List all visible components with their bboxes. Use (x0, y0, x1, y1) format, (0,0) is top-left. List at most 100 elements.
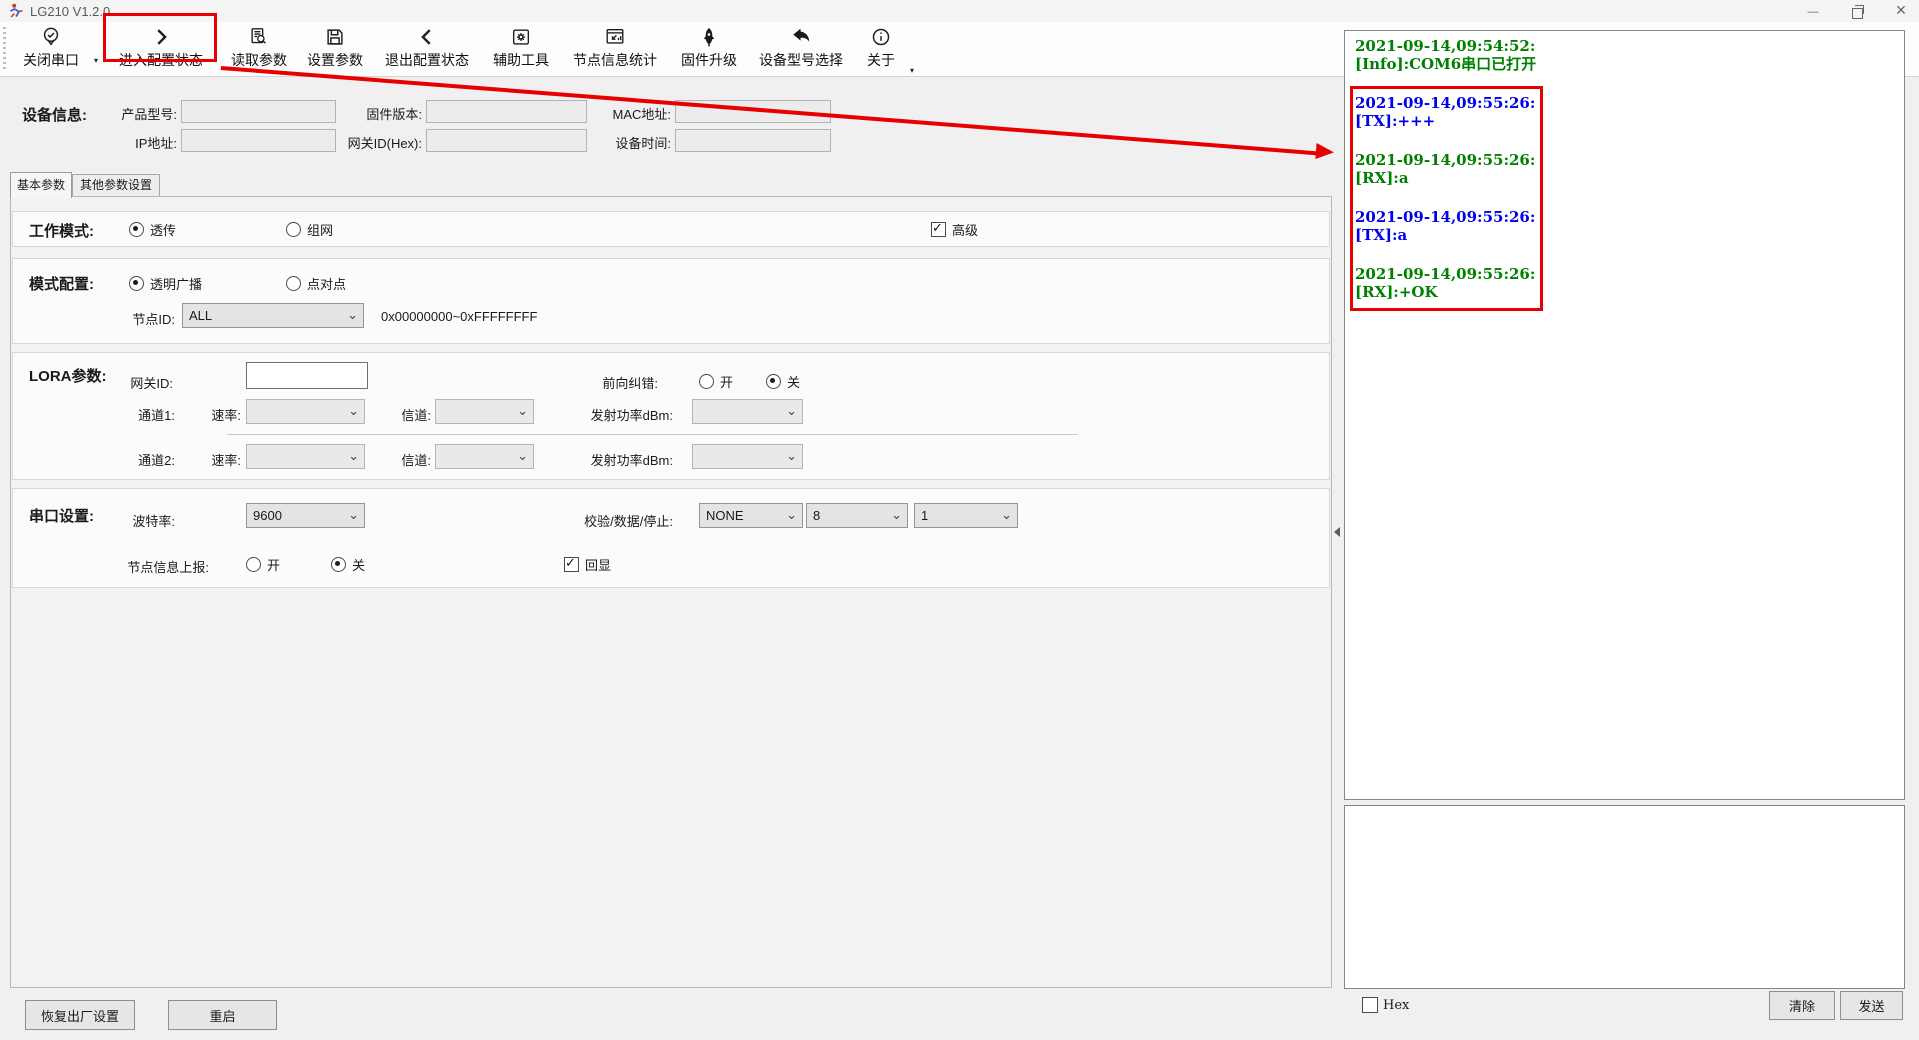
mac-address-field[interactable] (675, 100, 831, 123)
toolbar-button-label: 设备型号选择 (759, 50, 843, 70)
channel1-chan-select[interactable] (435, 399, 534, 424)
radio-label: 关 (787, 372, 800, 391)
restore-button[interactable] (1836, 0, 1878, 22)
toolbar-button-about[interactable]: 关于 (856, 22, 906, 76)
channel2-chan-select[interactable] (435, 444, 534, 469)
toolbar-button-label: 辅助工具 (493, 50, 549, 70)
tab-basic-params[interactable]: 基本参数 (10, 172, 72, 198)
toolbar-button-node-stats[interactable]: 节点信息统计 (560, 22, 670, 76)
radio-point-to-point[interactable]: 点对点 (286, 274, 346, 293)
log-time: 2021-09-14,09:54:52: (1355, 37, 1904, 55)
factory-reset-button[interactable]: 恢复出厂设置 (25, 1000, 135, 1030)
tab-other-params[interactable]: 其他参数设置 (72, 174, 160, 197)
group-mode-config: 模式配置: 透明广播 点对点 节点ID: ALL 0x00000000~0xFF… (12, 258, 1330, 344)
toolbar-button-read-params[interactable]: 读取参数 (222, 22, 296, 76)
toolbar-button-aux-tools[interactable]: 辅助工具 (484, 22, 558, 76)
product-model-field[interactable] (181, 100, 336, 123)
log-entry: 2021-09-14,09:55:26: [TX]:+++ (1355, 94, 1904, 130)
caret-down-icon[interactable]: ▾ (94, 56, 98, 65)
channel1-power-select[interactable] (692, 399, 803, 424)
minimize-button[interactable] (1792, 0, 1834, 22)
toolbar-button-label: 退出配置状态 (385, 50, 469, 70)
log-text: [TX]:+++ (1355, 112, 1904, 130)
radio-fec-on[interactable]: 开 (699, 372, 733, 391)
checkbox-advanced[interactable]: 高级 (931, 220, 978, 239)
node-id-select[interactable]: ALL (182, 303, 364, 328)
channel-divider (227, 434, 1078, 435)
field-label-firmware-version: 固件版本: (322, 104, 422, 123)
restart-button[interactable]: 重启 (168, 1000, 277, 1030)
hex-label: Hex (1383, 998, 1409, 1013)
toolbar-gripper[interactable] (3, 27, 6, 71)
radio-transparent-broadcast[interactable]: 透明广播 (129, 274, 202, 293)
checkbox-echo[interactable]: 回显 (564, 555, 611, 574)
toolbar-button-label: 读取参数 (231, 50, 287, 70)
parity-value: NONE (706, 508, 744, 523)
checkbox-icon (931, 222, 946, 237)
close-button[interactable] (1880, 0, 1919, 22)
hex-checkbox[interactable] (1362, 997, 1378, 1013)
title-bar: LG210 V1.2.0 (0, 0, 1919, 22)
toolbar-button-device-model[interactable]: 设备型号选择 (748, 22, 854, 76)
node-stats-window-icon (604, 24, 626, 50)
toolbar-button-label: 关闭串口 (23, 50, 79, 70)
toolbar-button-enter-config[interactable]: 进入配置状态 (106, 22, 216, 76)
work-mode-title: 工作模式: (29, 220, 94, 241)
panel-splitter-collapse-icon[interactable] (1334, 527, 1340, 537)
radio-node-report-off[interactable]: 关 (331, 555, 365, 574)
app-window: LG210 V1.2.0 关闭串口 ▾ 进入配置状态 (0, 0, 1919, 1040)
caret-down-icon[interactable]: ▾ (910, 66, 914, 75)
send-input-area[interactable] (1344, 805, 1905, 989)
firmware-version-field[interactable] (426, 100, 587, 123)
parity-select[interactable]: NONE (699, 503, 803, 528)
lora-gateway-id-input[interactable] (246, 362, 368, 389)
toolbox-gear-icon (510, 24, 532, 50)
clear-button[interactable]: 清除 (1769, 991, 1835, 1020)
radio-label: 点对点 (307, 274, 346, 293)
radio-icon (129, 276, 144, 291)
radio-network-mode[interactable]: 组网 (286, 220, 333, 239)
log-text: [TX]:a (1355, 226, 1904, 244)
radio-node-report-on[interactable]: 开 (246, 555, 280, 574)
channel1-chan-label: 信道: (345, 405, 431, 424)
mode-config-title: 模式配置: (29, 273, 94, 294)
channel2-chan-label: 信道: (345, 450, 431, 469)
fec-label: 前向纠错: (558, 373, 658, 392)
toolbar-button-firmware-upgrade[interactable]: 固件升级 (672, 22, 746, 76)
radio-fec-off[interactable]: 关 (766, 372, 800, 391)
log-entry: 2021-09-14,09:55:26: [TX]:a (1355, 208, 1904, 244)
baud-rate-select[interactable]: 9600 (246, 503, 365, 528)
data-bits-select[interactable]: 8 (806, 503, 908, 528)
radio-icon (246, 557, 261, 572)
radio-label: 开 (720, 372, 733, 391)
toolbar-button-close-serial[interactable]: 关闭串口 (8, 22, 94, 76)
ip-address-field[interactable] (181, 129, 336, 152)
radio-label: 透传 (150, 220, 176, 239)
radio-icon (286, 222, 301, 237)
node-id-label: 节点ID: (89, 309, 175, 328)
rocket-icon (698, 24, 720, 50)
chevron-left-icon (416, 24, 438, 50)
radio-transparent-mode[interactable]: 透传 (129, 220, 176, 239)
log-time: 2021-09-14,09:55:26: (1355, 151, 1904, 169)
gateway-id-hex-field[interactable] (426, 129, 587, 152)
annotation-arrow-head-icon (1315, 143, 1334, 160)
toolbar-button-label: 关于 (867, 50, 895, 70)
device-time-field[interactable] (675, 129, 831, 152)
toolbar-button-exit-config[interactable]: 退出配置状态 (374, 22, 480, 76)
send-button[interactable]: 发送 (1840, 991, 1903, 1020)
stop-bits-select[interactable]: 1 (914, 503, 1018, 528)
info-circle-icon (870, 24, 892, 50)
group-serial-settings: 串口设置: 波特率: 9600 校验/数据/停止: NONE 8 1 节点信息上… (12, 488, 1330, 588)
toolbar-button-set-params[interactable]: 设置参数 (298, 22, 372, 76)
radio-icon (331, 557, 346, 572)
checkbox-icon (564, 557, 579, 572)
radio-icon (286, 276, 301, 291)
window-title: LG210 V1.2.0 (30, 4, 110, 19)
channel2-power-select[interactable] (692, 444, 803, 469)
radio-label: 开 (267, 555, 280, 574)
restore-icon (1852, 8, 1863, 19)
read-params-doc-search-icon (248, 24, 270, 50)
serial-log-output[interactable]: 2021-09-14,09:54:52: [Info]:COM6串口已打开 20… (1344, 30, 1905, 800)
toolbar-button-label: 固件升级 (681, 50, 737, 70)
